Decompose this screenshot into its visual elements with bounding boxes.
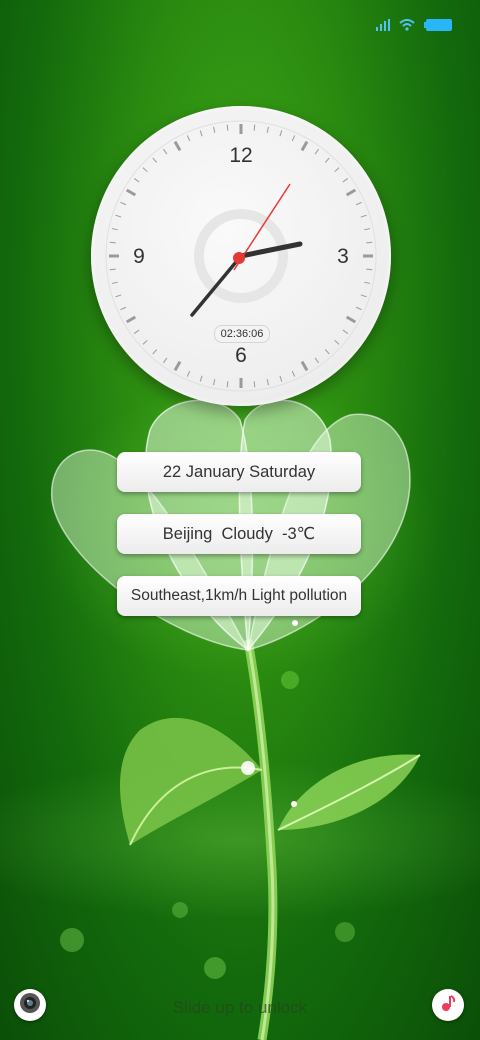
- clock-tick: [226, 124, 229, 131]
- clock-tick: [199, 130, 203, 137]
- unlock-hint[interactable]: Slide up to unlock: [0, 998, 480, 1018]
- clock-tick: [173, 140, 182, 152]
- signal-icon: [376, 18, 390, 36]
- clock-tick: [186, 135, 191, 142]
- clock-tick: [342, 329, 349, 334]
- weather-widget[interactable]: Beijing Cloudy -3℃: [117, 514, 361, 554]
- clock-numeral-6: 6: [235, 344, 247, 367]
- status-bar: [376, 18, 452, 36]
- music-shortcut-button[interactable]: [432, 989, 464, 1021]
- clock-tick: [163, 357, 168, 364]
- clock-tick: [355, 306, 362, 311]
- clock-numeral-12: 12: [229, 144, 253, 167]
- clock-tick: [364, 228, 371, 231]
- date-widget[interactable]: 22 January Saturday: [117, 452, 361, 492]
- clock-tick: [213, 379, 216, 386]
- clock-tick: [360, 294, 367, 298]
- clock-tick: [111, 228, 118, 231]
- clock-tick: [291, 370, 296, 377]
- clock-numeral-9: 9: [133, 245, 145, 268]
- clock-tick: [266, 379, 269, 386]
- clock-tick: [163, 148, 168, 155]
- clock-tick: [300, 360, 309, 372]
- clock-tick: [291, 135, 296, 142]
- clock-tick: [355, 201, 362, 206]
- clock-tick: [279, 130, 283, 137]
- clock-tick: [324, 157, 330, 163]
- analog-clock-widget[interactable]: 12 3 6 9: [91, 106, 391, 406]
- clock-tick: [186, 370, 191, 377]
- music-icon: [438, 993, 458, 1018]
- clock-tick: [266, 126, 269, 133]
- digital-time: 02:36:06: [214, 325, 270, 343]
- clock-tick: [314, 148, 319, 155]
- clock-tick: [109, 241, 116, 244]
- clock-tick: [133, 329, 140, 334]
- clock-tick: [366, 241, 373, 244]
- clock-tick: [213, 126, 216, 133]
- clock-tick: [125, 188, 137, 197]
- clock-tick: [142, 167, 148, 173]
- clock-tick: [120, 306, 127, 311]
- clock-tick: [173, 360, 182, 372]
- clock-tick: [300, 140, 309, 152]
- clock-center: [233, 252, 245, 264]
- clock-tick: [253, 124, 256, 131]
- clock-tick: [152, 349, 158, 355]
- clock-tick: [226, 381, 229, 388]
- clock-tick: [366, 268, 373, 271]
- clock-tick: [360, 214, 367, 218]
- battery-icon: [424, 18, 452, 36]
- clock-tick: [199, 375, 203, 382]
- clock-tick: [115, 214, 122, 218]
- clock-tick: [279, 375, 283, 382]
- clock-tick: [342, 178, 349, 183]
- wifi-icon: [399, 18, 415, 36]
- clock-tick: [109, 268, 116, 271]
- clock-tick: [345, 188, 357, 197]
- clock-tick: [115, 294, 122, 298]
- wind-air-quality-widget[interactable]: Southeast,1km/h Light pollution: [117, 576, 361, 616]
- clock-tick: [133, 178, 140, 183]
- clock-tick: [111, 281, 118, 284]
- clock-tick: [125, 315, 137, 324]
- clock-numeral-3: 3: [337, 245, 349, 268]
- clock-tick: [345, 315, 357, 324]
- clock-tick: [324, 349, 330, 355]
- clock-tick: [152, 157, 158, 163]
- clock-tick: [364, 281, 371, 284]
- clock-tick: [253, 381, 256, 388]
- clock-tick: [120, 201, 127, 206]
- clock-tick: [334, 167, 340, 173]
- clock-tick: [334, 339, 340, 345]
- clock-tick: [142, 339, 148, 345]
- clock-tick: [314, 357, 319, 364]
